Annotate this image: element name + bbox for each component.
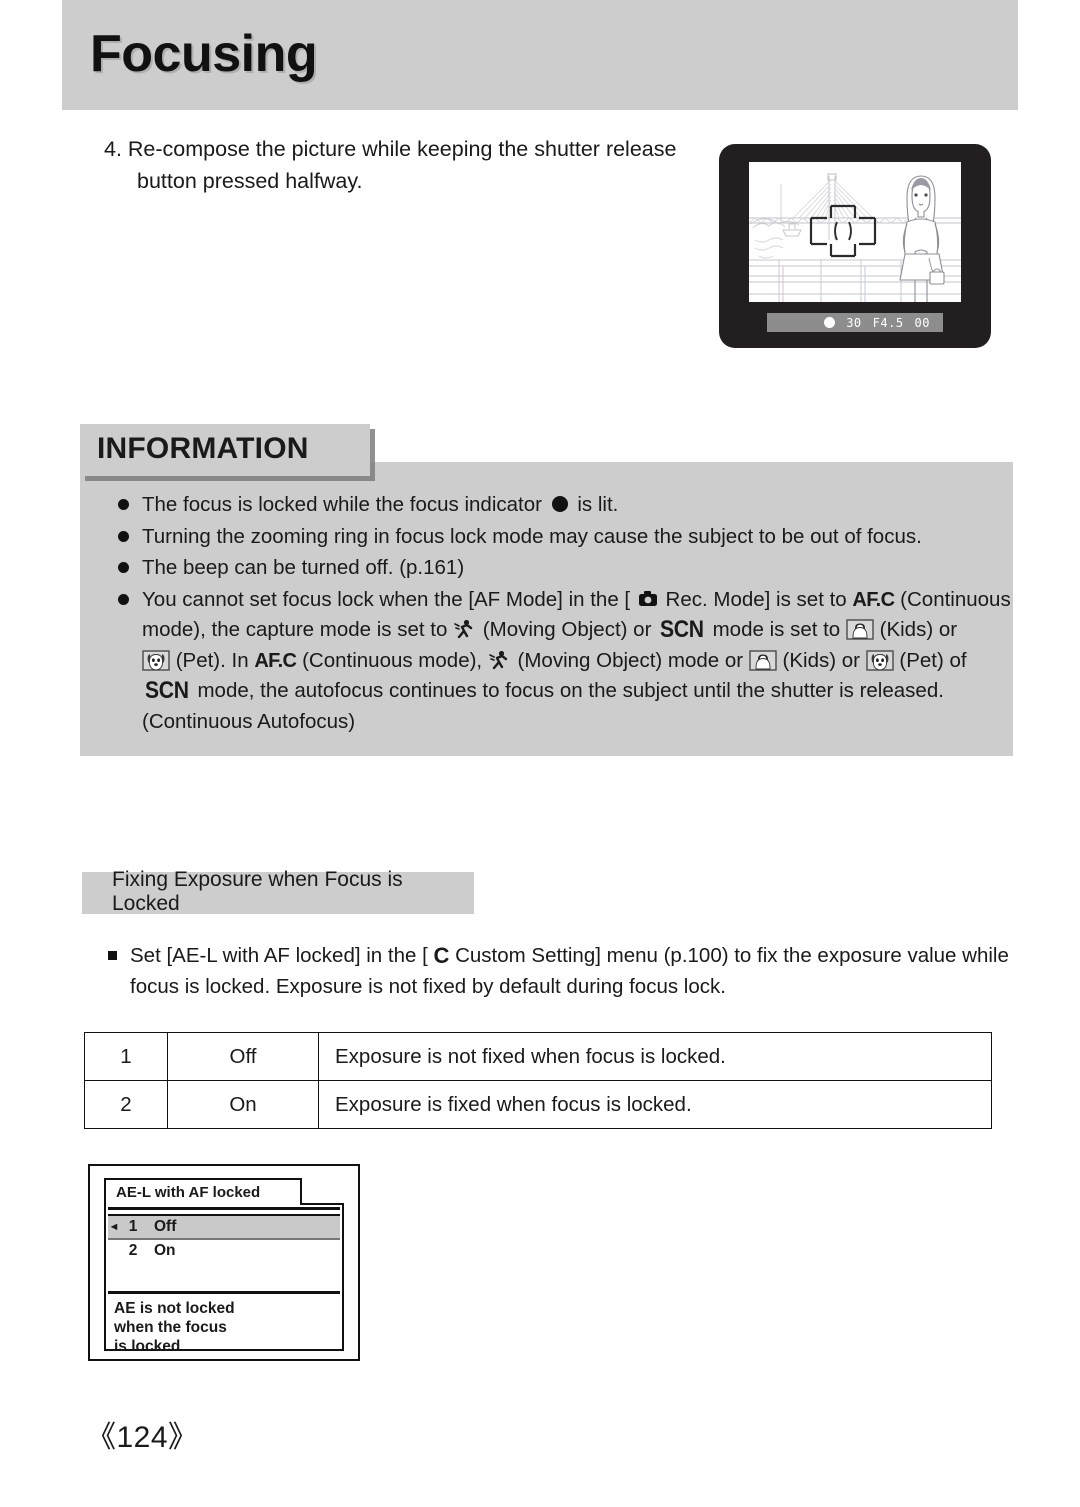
info-line-5: (Continuous Autofocus)	[142, 707, 992, 738]
focus-dot-icon	[548, 493, 572, 515]
note-text-1a: Set [AE-L with AF locked] in the [	[130, 944, 428, 967]
section-header: Fixing Exposure when Focus is Locked	[82, 868, 474, 915]
page-title: Focusing	[90, 24, 318, 83]
af-c-mode-icon: AF.C	[254, 649, 297, 672]
menu-body: ◄ 1 Off 2 On AE is not locked when the f…	[104, 1203, 344, 1355]
info-text-4b: mode, the autofocus continues to focus o…	[197, 679, 944, 702]
information-heading-tab: INFORMATION	[80, 424, 370, 476]
table-row: 2 On Exposure is fixed when focus is loc…	[84, 1080, 992, 1129]
info-text-3d: (Moving Object) mode or	[517, 648, 744, 672]
menu-option-off[interactable]: ◄ 1 Off	[108, 1214, 340, 1240]
page-title-bar: Focusing	[62, 0, 1018, 110]
bullet-icon	[118, 499, 129, 510]
info-text-5: (Continuous Autofocus)	[142, 709, 356, 733]
bullet-icon	[118, 530, 129, 542]
custom-setting-c-icon: C	[433, 943, 450, 968]
selection-arrow-icon: ◄	[108, 1220, 120, 1233]
info-text-post: is lit.	[577, 493, 619, 516]
pet-icon	[142, 649, 170, 671]
row-index: 2	[84, 1080, 168, 1129]
info-text-1b: Rec. Mode] is set to	[665, 587, 847, 611]
section-note: Set [AE-L with AF locked] in the [ C Cus…	[108, 940, 1009, 1002]
info-text-1a: You cannot set focus lock when the [AF M…	[142, 587, 631, 611]
info-text-3e: (Kids) or	[782, 648, 860, 672]
information-panel: The focus is locked while the focus indi…	[80, 462, 1013, 756]
moving-object-icon	[488, 649, 512, 671]
menu-tab-label: AE-L with AF locked	[116, 1184, 261, 1201]
info-text-3b: (Pet). In	[175, 648, 249, 672]
info-line-4: SCN mode, the autofocus continues to foc…	[142, 676, 992, 707]
info-item-beep: The beep can be turned off. (p.161)	[112, 553, 992, 584]
info-line-1: You cannot set focus lock when the [AF M…	[142, 585, 1011, 616]
info-text-3f: (Pet) of	[899, 648, 967, 672]
info-text-2d: (Kids) or	[879, 618, 958, 641]
menu-help-text: AE is not locked when the focus is locke…	[114, 1299, 338, 1356]
menu-help-divider	[108, 1291, 340, 1294]
square-bullet-icon	[108, 951, 117, 960]
note-text-2: focus is locked. Exposure is not fixed b…	[130, 975, 726, 998]
table-row: 1 Off Exposure is not fixed when focus i…	[84, 1032, 992, 1081]
note-line-2: focus is locked. Exposure is not fixed b…	[108, 971, 1008, 1002]
menu-option-on[interactable]: 2 On	[108, 1240, 340, 1262]
menu-inner: AE-L with AF locked ◄ 1 Off 2 On AE is n…	[104, 1178, 344, 1355]
page-number: 《124》	[86, 1421, 199, 1454]
bullet-icon	[118, 593, 129, 605]
information-list: The focus is locked while the focus indi…	[112, 490, 1011, 738]
af-c-mode-icon: AF.C	[852, 588, 895, 611]
focus-indicator-dot-icon	[824, 317, 836, 328]
pet-icon	[866, 649, 894, 671]
camera-lcd-illustration: 30 F4.5 00	[719, 144, 991, 348]
info-text-2b: (Moving Object) or	[482, 618, 652, 641]
info-text: Turning the zooming ring in focus lock m…	[142, 524, 922, 548]
row-description: Exposure is fixed when focus is locked.	[318, 1080, 992, 1129]
menu-option-index: 2	[128, 1242, 138, 1259]
step-line-2: button pressed halfway.	[137, 169, 363, 193]
note-line-1: Set [AE-L with AF locked] in the [ C Cus…	[108, 940, 1009, 971]
aperture-value: F4.5	[872, 315, 904, 330]
scn-mode-icon: SCN	[144, 677, 189, 704]
row-index: 1	[84, 1032, 168, 1081]
info-item-zooming-ring: Turning the zooming ring in focus lock m…	[112, 522, 992, 553]
rec-mode-camera-icon	[636, 588, 660, 610]
row-description: Exposure is not fixed when focus is lock…	[318, 1032, 992, 1081]
kids-icon	[846, 619, 874, 640]
menu-option-label: Off	[154, 1218, 177, 1235]
info-line-2: mode), the capture mode is set to (Movin…	[142, 615, 992, 646]
moving-object-icon	[453, 618, 477, 640]
step-line-1: 4. Re-compose the picture while keeping …	[104, 137, 677, 161]
menu-help-line-3: is locked	[114, 1338, 181, 1355]
info-item-focus-indicator: The focus is locked while the focus indi…	[112, 490, 992, 521]
info-text-3c: (Continuous mode),	[302, 648, 483, 672]
row-value: Off	[167, 1032, 319, 1081]
ae-l-options-table: 1 Off Exposure is not fixed when focus i…	[84, 1032, 992, 1129]
info-text-1c: (Continuous	[900, 587, 1011, 611]
section-header-text: Fixing Exposure when Focus is Locked	[112, 868, 403, 916]
shutter-speed-value: 30	[846, 315, 862, 330]
note-text-1b: Custom Setting] menu (p.100) to fix the …	[455, 944, 1009, 967]
row-value: On	[167, 1080, 319, 1129]
menu-help-line-1: AE is not locked	[114, 1300, 235, 1317]
viewfinder-scene-icon	[749, 162, 961, 302]
menu-option-label: On	[154, 1242, 176, 1259]
menu-options-list: ◄ 1 Off 2 On	[108, 1214, 340, 1262]
kids-icon	[749, 649, 777, 671]
camera-menu-screenshot: AE-L with AF locked ◄ 1 Off 2 On AE is n…	[88, 1164, 360, 1361]
information-heading: INFORMATION	[97, 431, 309, 465]
info-text-2a: mode), the capture mode is set to	[142, 618, 448, 641]
menu-tab-title: AE-L with AF locked	[104, 1178, 302, 1205]
step-instruction: 4. Re-compose the picture while keeping …	[104, 133, 684, 197]
lcd-screen	[749, 162, 961, 302]
menu-help-line-2: when the focus	[114, 1319, 227, 1336]
info-item-focus-lock-limits: You cannot set focus lock when the [AF M…	[112, 585, 1011, 738]
info-text: The beep can be turned off. (p.161)	[142, 556, 465, 579]
info-text-2c: mode is set to	[712, 618, 841, 641]
exposure-comp-value: 00	[914, 315, 930, 330]
menu-option-index: 1	[128, 1218, 138, 1235]
lcd-status-bar: 30 F4.5 00	[767, 313, 943, 332]
info-line-3: (Pet). In AF.C (Continuous mode), (Movin…	[142, 646, 992, 677]
bullet-icon	[118, 562, 129, 573]
menu-top-divider	[108, 1207, 340, 1210]
info-text-pre: The focus is locked while the focus indi…	[142, 493, 542, 516]
scn-mode-icon: SCN	[660, 616, 704, 643]
